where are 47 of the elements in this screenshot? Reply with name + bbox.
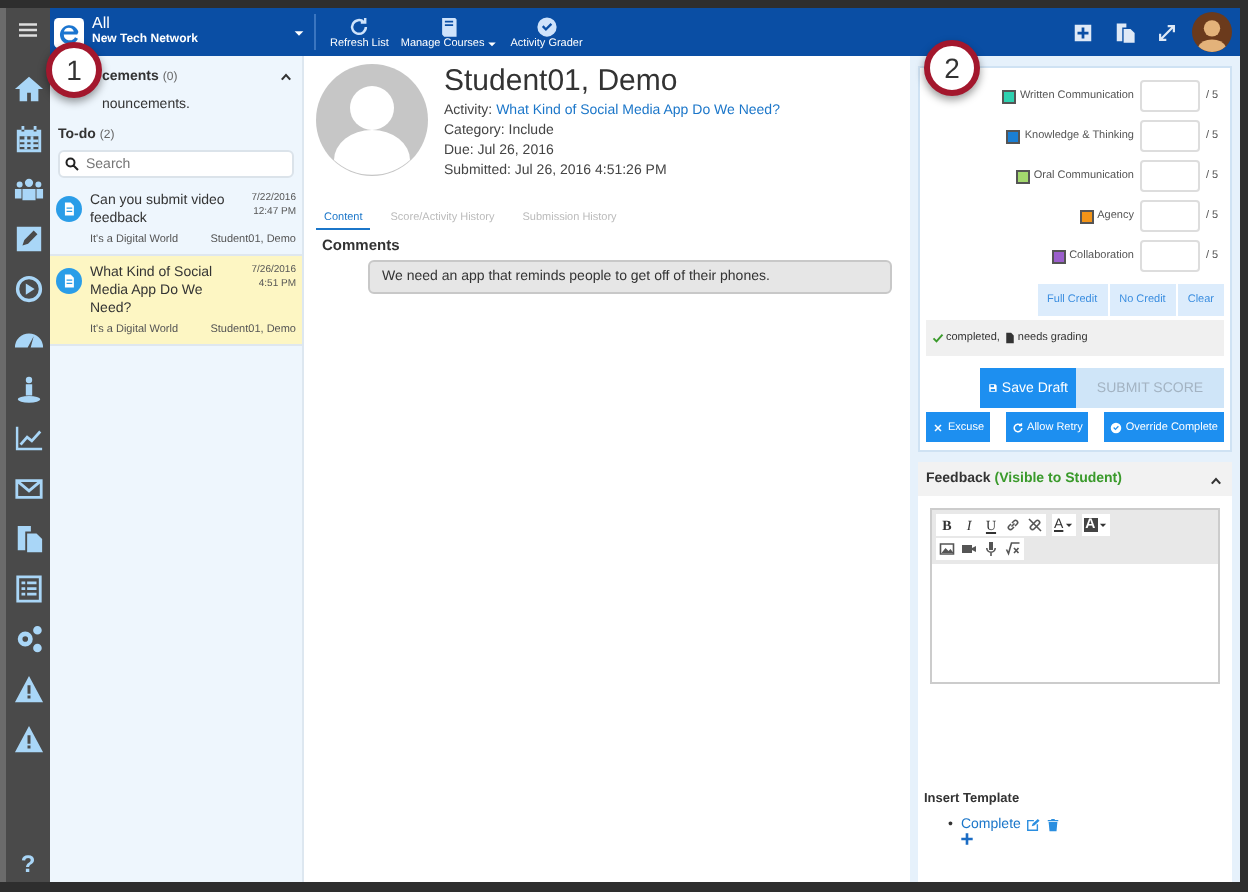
score-input[interactable]: [1140, 160, 1200, 192]
people-icon[interactable]: [13, 174, 43, 204]
unlink-icon[interactable]: [1024, 514, 1046, 536]
document-icon: [56, 268, 82, 295]
formula-icon[interactable]: [1002, 538, 1024, 560]
close-icon: [932, 421, 944, 433]
caret-icon: [1097, 520, 1108, 530]
save-icon: [988, 380, 998, 396]
caret-icon[interactable]: [278, 68, 294, 84]
help-icon[interactable]: ?: [20, 850, 36, 878]
score-input[interactable]: [1140, 200, 1200, 232]
score-input[interactable]: [1140, 240, 1200, 272]
play-icon[interactable]: [13, 274, 43, 304]
warning-icon[interactable]: [13, 724, 43, 754]
plus-icon[interactable]: [960, 832, 974, 847]
document-icon: [1003, 332, 1016, 344]
warning-icon[interactable]: [13, 674, 43, 704]
caret-icon: [1063, 520, 1074, 530]
calendar-icon[interactable]: [13, 124, 43, 154]
link-icon[interactable]: [1002, 514, 1024, 536]
document-icon: [56, 196, 82, 222]
refresh-icon: [1011, 421, 1024, 433]
image-icon[interactable]: [936, 538, 958, 560]
gears-icon[interactable]: [13, 624, 43, 654]
avatar-icon[interactable]: [1192, 12, 1232, 52]
logo-icon: [54, 17, 84, 47]
caret-icon: [292, 25, 306, 39]
score-input[interactable]: [1140, 80, 1200, 112]
copy-icon[interactable]: [13, 524, 43, 554]
student-name: Student01, Demo: [444, 64, 680, 98]
person-pin-icon[interactable]: [13, 374, 43, 404]
menu-icon[interactable]: [16, 18, 40, 42]
copy-icon[interactable]: [1114, 21, 1136, 43]
expand-icon[interactable]: [1156, 21, 1178, 43]
score-input[interactable]: [1140, 120, 1200, 152]
avatar-icon: [316, 64, 428, 176]
book-icon: [438, 15, 461, 37]
list-icon[interactable]: [13, 574, 43, 604]
search-icon: [64, 156, 80, 172]
trash-icon[interactable]: [1046, 818, 1061, 832]
check-icon: [932, 332, 944, 344]
home-icon[interactable]: [13, 74, 43, 104]
pencil-icon[interactable]: [13, 224, 43, 254]
edit-icon[interactable]: [1026, 818, 1041, 832]
chart-icon[interactable]: [13, 424, 43, 454]
refresh-icon: [348, 15, 371, 37]
mail-icon[interactable]: [13, 474, 43, 504]
